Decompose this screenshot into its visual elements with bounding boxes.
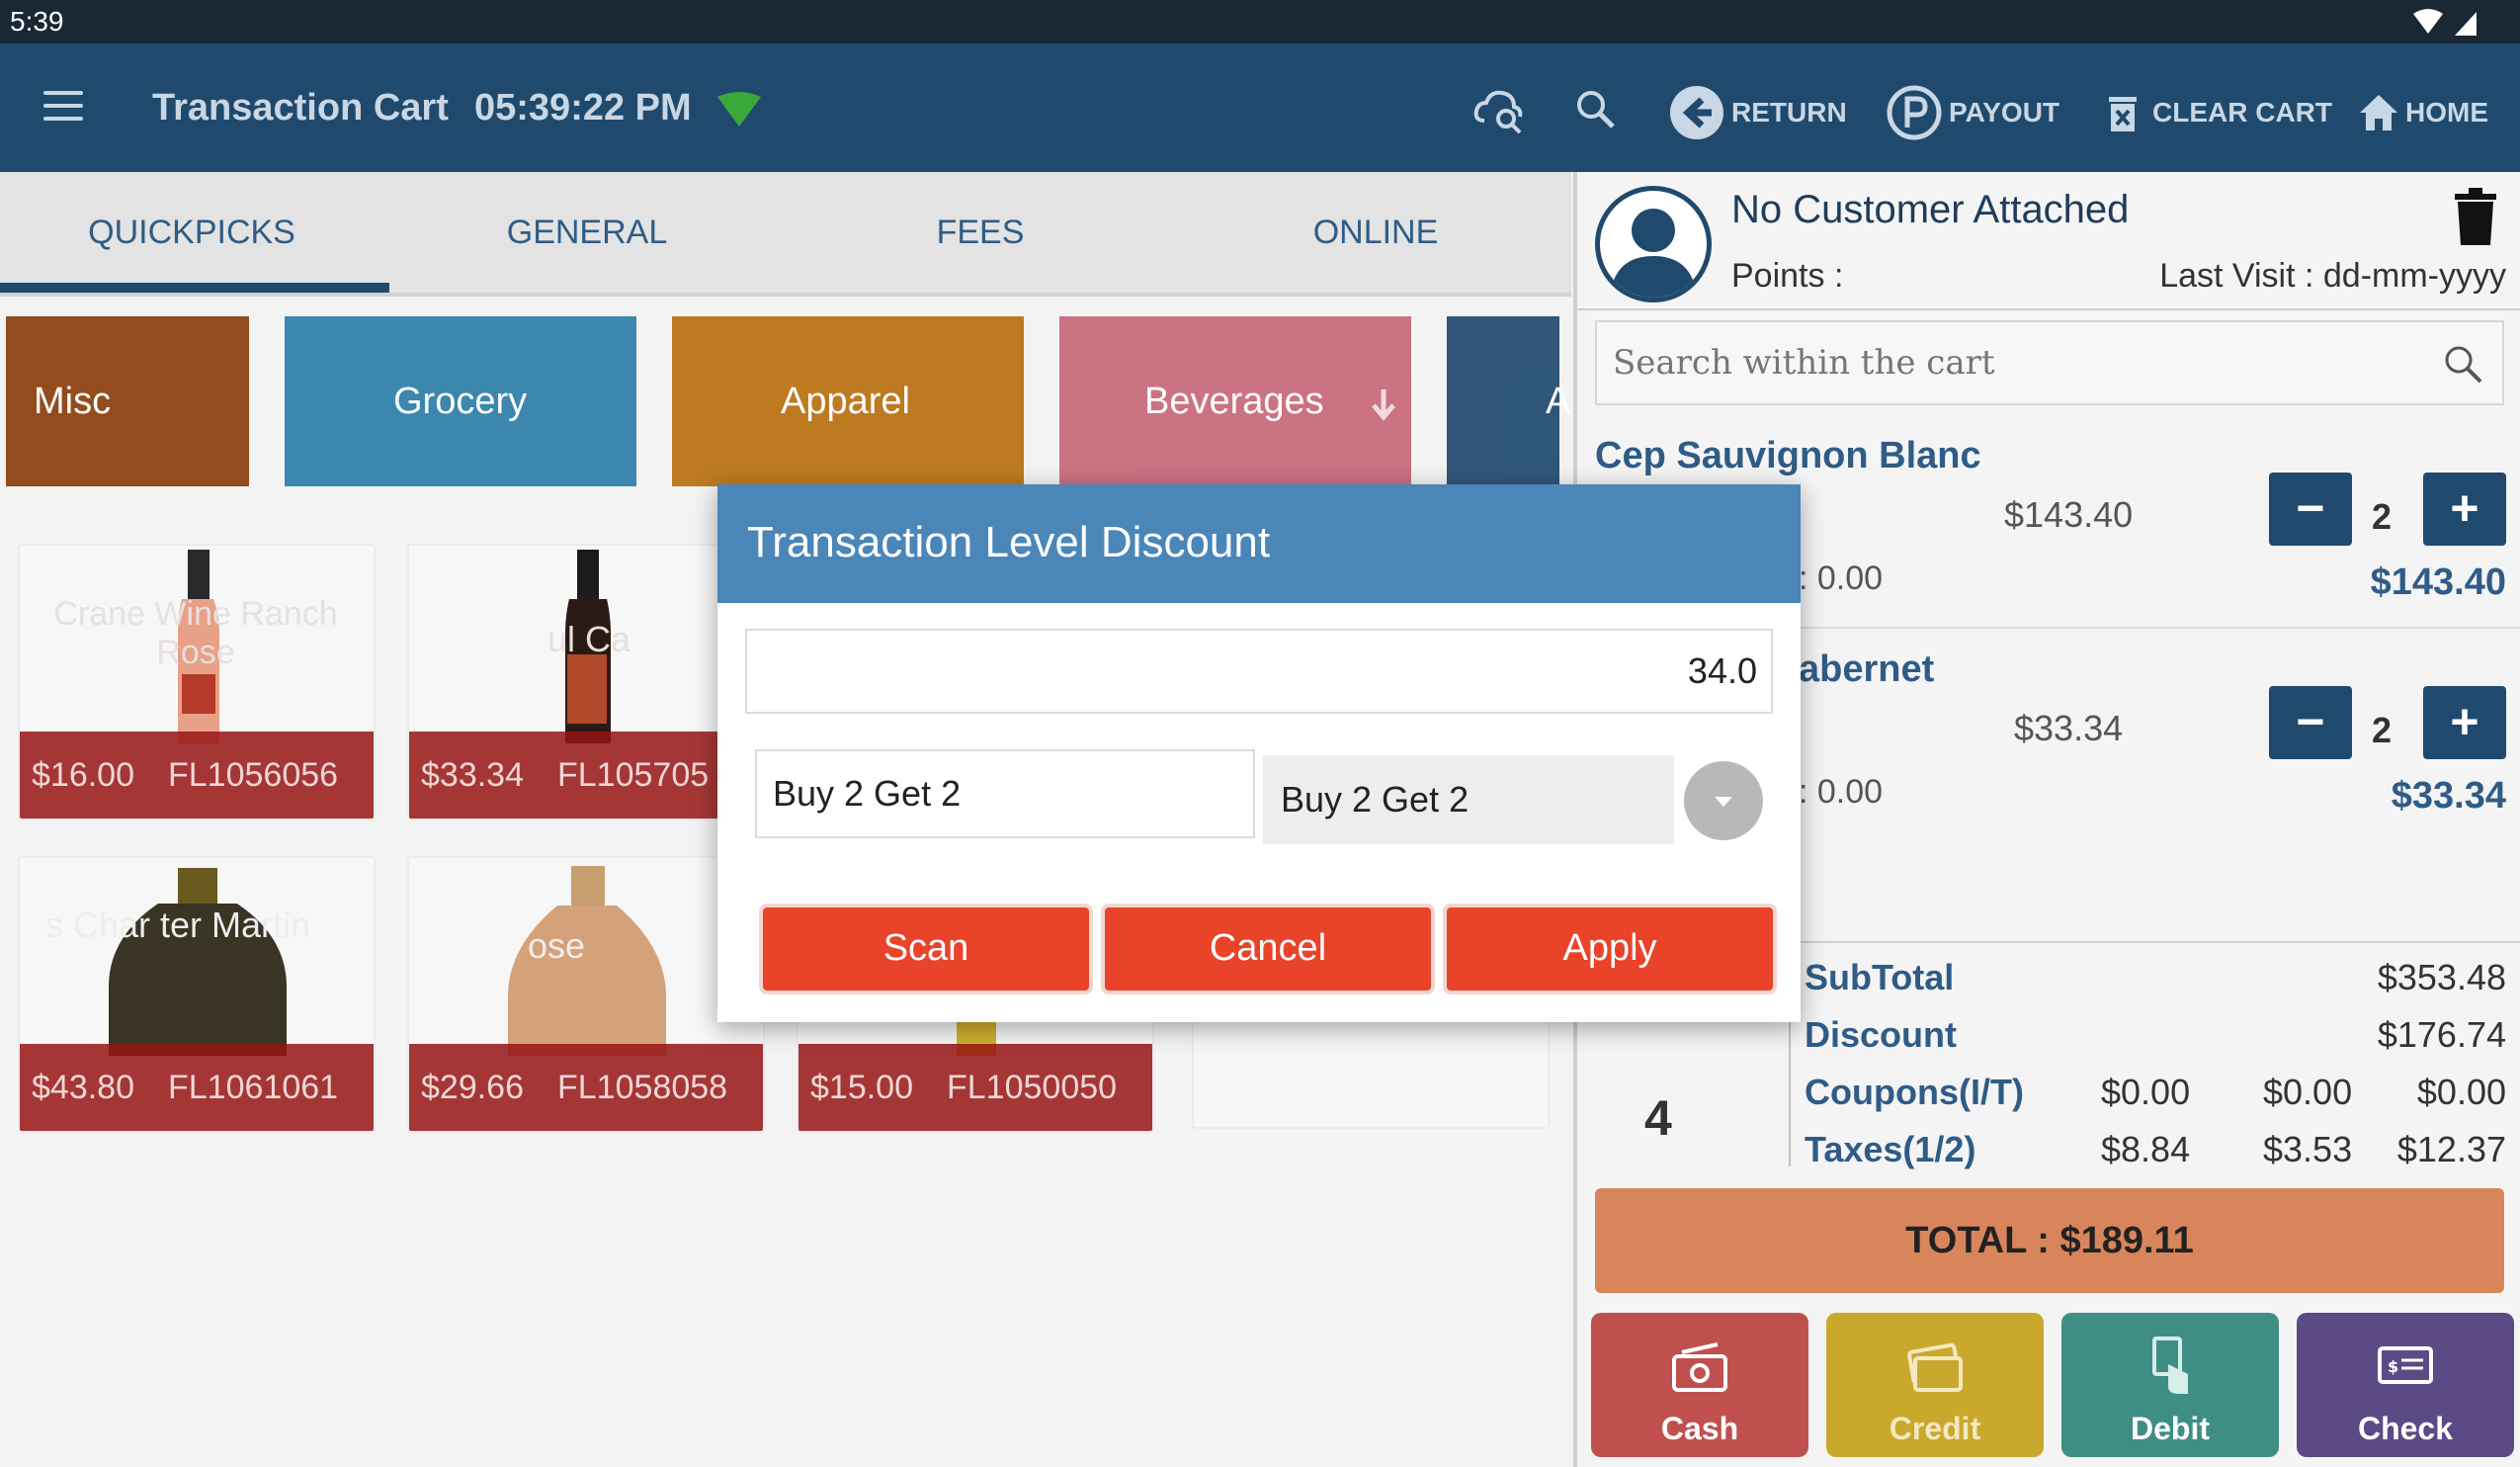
app-bar: Transaction Cart 05:39:22 PM RETURN PAYO… [0,43,2520,172]
home-label: HOME [2405,97,2488,128]
cancel-button[interactable]: Cancel [1105,907,1431,991]
return-button[interactable]: RETURN [1668,83,1847,142]
search-icon[interactable] [1569,83,1623,136]
dialog-header: Transaction Level Discount [717,484,1801,603]
payout-p-icon [1887,85,1942,140]
connection-status-icon [717,92,761,127]
clock: 05:39:22 PM [474,87,692,129]
status-bar: 5:39 [0,0,2520,43]
payout-label: PAYOUT [1949,97,2060,128]
return-label: RETURN [1731,97,1847,128]
dialog-title: Transaction Level Discount [747,518,1271,566]
discount-amount-input[interactable] [745,629,1773,714]
clear-cart-icon [2109,97,2137,131]
apply-button[interactable]: Apply [1447,907,1773,991]
return-arrow-icon [1670,86,1723,139]
promo-dropdown[interactable]: Buy 2 Get 2 [1263,755,1674,844]
page-title: Transaction Cart [152,87,449,129]
signal-wifi-icon [2413,9,2477,36]
menu-icon[interactable] [43,91,83,125]
chevron-down-icon[interactable] [1684,761,1763,840]
status-time: 5:39 [10,6,64,37]
scan-button[interactable]: Scan [763,907,1089,991]
home-icon [2360,95,2397,130]
clear-cart-label: CLEAR CART [2152,97,2332,128]
payout-button[interactable]: PAYOUT [1886,83,2059,142]
cloud-search-icon[interactable] [1472,83,1526,136]
pos-screen: 5:39 Transaction Cart 05:39:22 PM RETURN… [0,0,2520,1467]
promo-text-field[interactable]: Buy 2 Get 2 [755,749,1255,838]
discount-dialog: Transaction Level Discount Buy 2 Get 2 B… [717,484,1801,1022]
home-button[interactable]: HOME [2358,83,2488,142]
clear-cart-button[interactable]: CLEAR CART [2107,83,2332,142]
